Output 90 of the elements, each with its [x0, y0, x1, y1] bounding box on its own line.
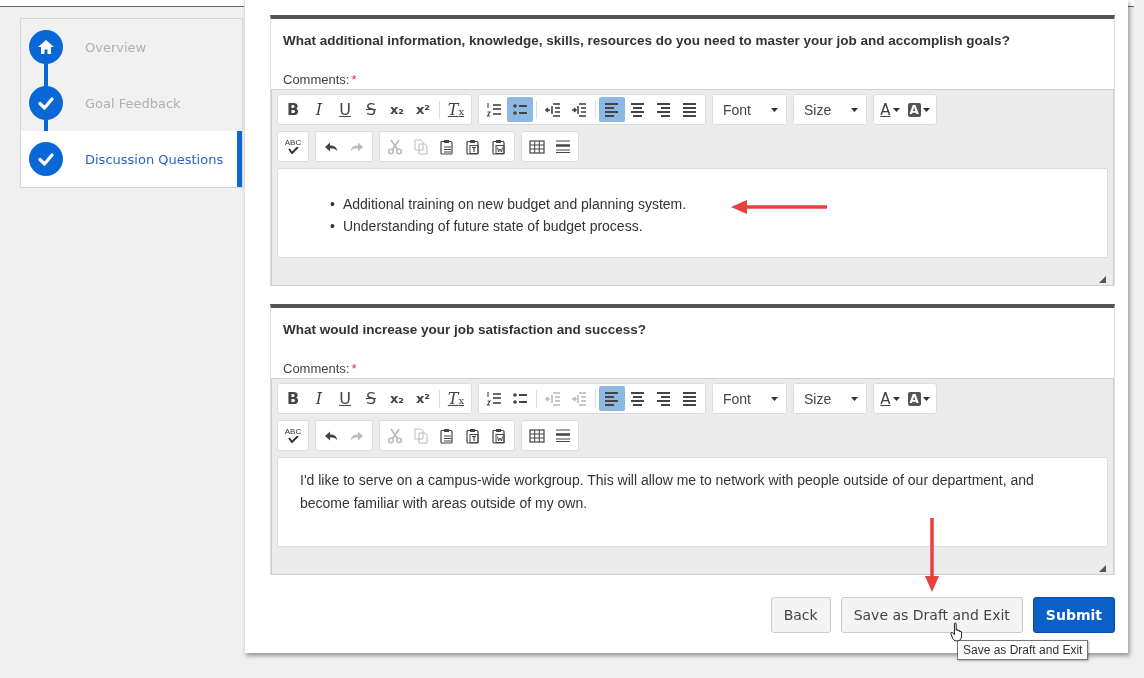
tooltip: Save as Draft and Exit [957, 640, 1089, 660]
question-title: What would increase your job satisfaction and success? [282, 321, 648, 337]
strikethrough-button[interactable]: S [358, 97, 384, 122]
numbered-list-icon [486, 101, 502, 118]
caret-icon [892, 107, 900, 112]
underline-button[interactable]: U [332, 97, 358, 122]
subscript-button[interactable]: x₂ [384, 386, 410, 411]
align-center-icon [630, 390, 646, 407]
outdent-icon [545, 390, 561, 407]
italic-button[interactable]: I [306, 386, 332, 411]
caret-icon [922, 396, 930, 401]
underline-button[interactable]: U [332, 386, 358, 411]
caret-icon [851, 107, 859, 112]
spellcheck-button[interactable]: ABC [280, 423, 306, 448]
clipboard-text-icon [465, 138, 481, 155]
action-button[interactable]: Save as Draft and Exit [840, 597, 1023, 633]
align-center-icon [630, 101, 646, 118]
clear-format-button[interactable]: Tx [443, 386, 469, 411]
caret-icon [892, 396, 900, 401]
indent-icon [571, 390, 587, 407]
table-icon [529, 138, 545, 155]
clipboard-word-icon [491, 427, 507, 444]
action-button[interactable]: Back [770, 597, 831, 633]
bullet-point: • [330, 195, 335, 214]
comments-label: Comments: [283, 361, 350, 376]
check-icon [29, 142, 63, 176]
align-right-icon [656, 390, 672, 407]
ul-button[interactable] [507, 97, 533, 122]
caret-icon [771, 396, 778, 401]
bold-button[interactable]: B [280, 386, 306, 411]
question-title: What additional information, knowledge, skills, resources do you need to master your job and accomplish goals? [282, 32, 1011, 48]
comment-text: I'd like to serve on a campus-wide workgroup. This will allow me to network with people outside of our department, and become familiar with areas outside of my own. [299, 471, 1035, 513]
resize-grip-icon[interactable] [1099, 276, 1106, 283]
subscript-button[interactable]: x₂ [384, 97, 410, 122]
justify-icon [682, 101, 698, 118]
scissors-icon [387, 427, 403, 444]
required-mark: * [351, 361, 357, 376]
horizontal-lines-icon [555, 138, 571, 155]
align-right-icon [656, 101, 672, 118]
horizontal-lines-icon [555, 427, 571, 444]
editor-content-area[interactable]: • Additional training on new budget and planning system. • Understanding of future state of budget process. [277, 168, 1108, 258]
dropdown-select[interactable]: Font [713, 384, 786, 413]
bold-button[interactable]: B [280, 97, 306, 122]
home-icon [29, 30, 63, 64]
editor-content-area[interactable]: I'd like to serve on a campus-wide workgroup. This will allow me to network with people outside of our department, and become familiar with areas outside of my own. [277, 457, 1108, 547]
comments-label: Comments: [283, 72, 350, 87]
background-color-button[interactable]: A [903, 97, 934, 122]
text-color-button[interactable]: A [876, 97, 904, 122]
superscript-button[interactable]: x² [410, 386, 436, 411]
dropdown-select[interactable]: Font [713, 95, 786, 124]
bullet-item: Understanding of future state of budget process. [342, 217, 643, 236]
step-item[interactable]: Discussion Questions [21, 131, 242, 187]
check-icon [286, 436, 300, 443]
superscript-button[interactable]: x² [410, 97, 436, 122]
outdent-icon [545, 101, 561, 118]
resize-grip-icon[interactable] [1099, 565, 1106, 572]
caret-icon [851, 396, 859, 401]
caret-icon [922, 107, 930, 112]
numbered-list-icon [486, 390, 502, 407]
dropdown-select[interactable]: Size [794, 95, 867, 124]
italic-button[interactable]: I [306, 97, 332, 122]
spellcheck-button[interactable]: ABC [280, 134, 306, 159]
clipboard-text-icon [465, 427, 481, 444]
bullet-list-icon [512, 390, 528, 407]
align-left-button[interactable] [599, 97, 625, 122]
dropdown-select[interactable]: Size [794, 384, 867, 413]
justify-icon [682, 390, 698, 407]
check-icon [286, 147, 300, 154]
strikethrough-button[interactable]: S [358, 386, 384, 411]
indent-icon [571, 101, 587, 118]
align-left-button[interactable] [599, 386, 625, 411]
bullet-point: • [330, 217, 335, 236]
bullet-item: Additional training on new budget and planning system. [342, 195, 687, 214]
caret-icon [771, 107, 778, 112]
check-icon [29, 86, 63, 120]
copy-icon [413, 427, 429, 444]
required-mark: * [351, 72, 357, 87]
clipboard-word-icon [491, 138, 507, 155]
text-color-button[interactable]: A [876, 386, 904, 411]
align-left-icon [604, 390, 620, 407]
background-color-button[interactable]: A [903, 386, 934, 411]
align-left-icon [604, 101, 620, 118]
scissors-icon [387, 138, 403, 155]
clipboard-icon [439, 427, 455, 444]
bullet-list-icon [512, 101, 528, 118]
clipboard-icon [439, 138, 455, 155]
submit-button[interactable]: Submit [1032, 597, 1115, 633]
table-icon [529, 427, 545, 444]
copy-icon [413, 138, 429, 155]
clear-format-button[interactable]: Tx [443, 97, 469, 122]
